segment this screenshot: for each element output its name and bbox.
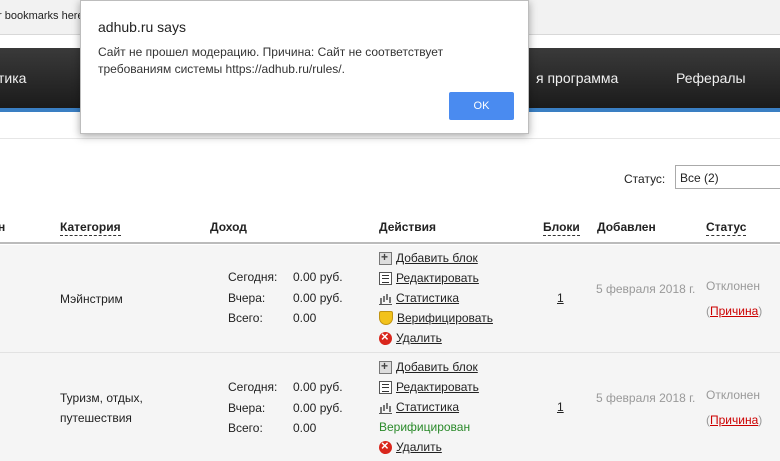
add-block-action[interactable]: Добавить блок [379,359,478,374]
nav-item-program[interactable]: я программа [536,70,618,86]
income-total-value: 0.00 [293,311,317,325]
col-name-header[interactable]: н [0,220,5,234]
delete-icon [379,329,392,345]
add-block-link[interactable]: Добавить блок [396,360,478,374]
delete-action[interactable]: Удалить [379,438,442,454]
bar-chart-icon [379,292,392,305]
row-category-line1: Туризм, отдых, [60,391,143,405]
added-date: 5 февраля 2018 г. [596,391,696,405]
income-today-label: Сегодня: [228,380,278,394]
income-yesterday-label: Вчера: [228,291,266,305]
delete-link[interactable]: Удалить [396,440,442,454]
stats-link[interactable]: Статистика [396,291,459,305]
income-yesterday-value: 0.00 руб. [293,401,343,415]
status-filter-label: Статус: [624,172,666,186]
row-category-line2: путешествия [60,411,132,425]
col-added-header: Добавлен [597,220,656,234]
stats-action[interactable]: Статистика [379,291,459,305]
add-block-action[interactable]: Добавить блок [379,250,478,265]
nav-item-referrals[interactable]: Рефералы [676,70,746,86]
reason-close-paren: ) [758,413,763,427]
edit-icon [379,271,392,285]
verified-label: Верифицирован [379,420,471,434]
stats-action[interactable]: Статистика [379,400,459,414]
col-category-header[interactable]: Категория [60,220,121,236]
delete-icon [379,438,392,454]
income-today-value: 0.00 руб. [293,380,343,394]
added-date: 5 февраля 2018 г. [596,282,696,296]
add-block-link[interactable]: Добавить блок [396,251,478,265]
bookmarks-bar-text: r bookmarks here [0,10,84,22]
dialog-message: Сайт не прошел модерацию. Причина: Сайт … [98,45,444,76]
col-actions-header: Действия [379,220,437,234]
row-category: Мэйнстрим [60,292,123,306]
header-divider [0,242,780,244]
reason-link[interactable]: Причина [710,413,758,427]
ok-button[interactable]: OK [449,92,514,120]
blocks-count-link[interactable]: 1 [557,400,564,414]
delete-link[interactable]: Удалить [396,331,442,345]
income-total-label: Всего: [228,311,263,325]
col-status-header[interactable]: Статус [706,220,747,236]
col-income-header: Доход [210,220,247,234]
reason-close-paren: ) [758,304,763,318]
alert-dialog: adhub.ru says Сайт не прошел модерацию. … [80,0,529,134]
status-filter-select[interactable]: Все (2) [675,165,780,189]
verify-action[interactable]: Верифицировать [379,311,493,325]
verify-link[interactable]: Верифицировать [397,311,493,325]
shield-icon [379,311,393,325]
delete-action[interactable]: Удалить [379,329,442,345]
add-icon [379,359,392,374]
reason-link[interactable]: Причина [710,304,758,318]
income-yesterday-value: 0.00 руб. [293,291,343,305]
edit-action[interactable]: Редактировать [379,380,479,394]
nav-item-statistics[interactable]: тика [0,70,26,86]
edit-link[interactable]: Редактировать [396,271,479,285]
edit-link[interactable]: Редактировать [396,380,479,394]
add-icon [379,250,392,265]
reason-wrapper: (Причина) [706,304,762,318]
col-blocks-header[interactable]: Блоки [543,220,580,236]
income-total-value: 0.00 [293,421,317,435]
income-yesterday-label: Вчера: [228,401,266,415]
edit-action[interactable]: Редактировать [379,271,479,285]
status-text: Отклонен [706,388,760,402]
income-total-label: Всего: [228,421,263,435]
income-today-label: Сегодня: [228,270,278,284]
income-today-value: 0.00 руб. [293,270,343,284]
stats-link[interactable]: Статистика [396,400,459,414]
edit-icon [379,380,392,394]
status-text: Отклонен [706,279,760,293]
reason-wrapper: (Причина) [706,413,762,427]
bar-chart-icon [379,401,392,414]
blocks-count-link[interactable]: 1 [557,291,564,305]
divider [0,138,780,139]
dialog-title: adhub.ru says [98,19,186,35]
